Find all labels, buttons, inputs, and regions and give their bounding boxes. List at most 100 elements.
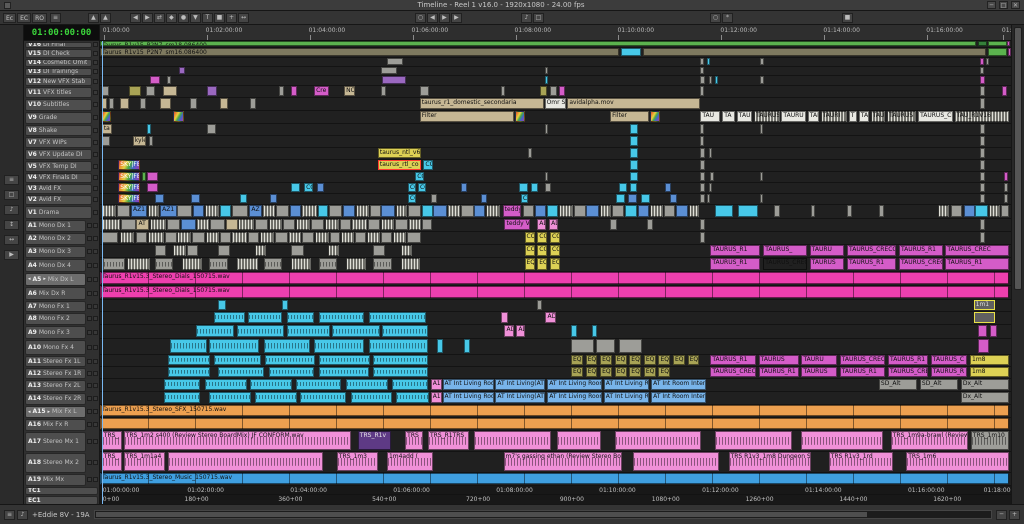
clip[interactable]: EQ (658, 355, 670, 365)
track-solo-box[interactable] (93, 396, 98, 401)
step-forward-icon[interactable]: ▶ (451, 13, 462, 23)
clip[interactable] (980, 58, 984, 65)
clip[interactable] (187, 245, 198, 256)
clip[interactable] (317, 183, 324, 192)
clip[interactable] (621, 48, 641, 56)
clip[interactable]: TAURUS_R1 (759, 367, 799, 377)
clip[interactable]: 1m8 (970, 355, 1009, 365)
clip[interactable] (974, 312, 995, 323)
clip[interactable] (255, 219, 268, 230)
track-monitor-box[interactable] (87, 304, 92, 309)
clip[interactable]: Taurus_R1v15.3_Stereo_Dials_150715.wav (100, 272, 1009, 284)
clip[interactable] (989, 205, 1000, 217)
clip[interactable]: AT Int Living Room Interior (443, 379, 494, 390)
clip[interactable] (381, 67, 397, 74)
clip[interactable] (938, 205, 949, 217)
clip[interactable] (330, 232, 341, 243)
clip[interactable] (147, 183, 158, 192)
track-header-A4[interactable]: A4Mono Dx 4 (24, 258, 99, 272)
clip[interactable] (760, 172, 764, 181)
clip[interactable] (218, 367, 264, 377)
clip[interactable] (1001, 205, 1009, 217)
clip[interactable] (150, 219, 166, 230)
clip[interactable] (340, 219, 352, 230)
clip[interactable]: taurus_ntl_v6 (378, 148, 421, 158)
clip[interactable] (545, 172, 549, 181)
clip[interactable]: TRS_1m6 (906, 452, 1009, 471)
clip[interactable] (314, 339, 364, 353)
clip[interactable] (275, 232, 288, 243)
clip[interactable] (264, 258, 282, 270)
track-header-V4[interactable]: V4VFX Finals DI (24, 172, 99, 183)
toolbar-tab-ro[interactable]: RO (32, 13, 47, 23)
clip[interactable] (165, 232, 177, 243)
track-header-V15[interactable]: V15DI Check (24, 48, 99, 58)
marker-icon[interactable]: ○ (415, 13, 426, 23)
horizontal-scrollbar[interactable] (94, 510, 992, 519)
track-button-A7[interactable]: A7Mono Fx 1 (25, 301, 86, 312)
clip[interactable] (382, 325, 428, 337)
clip[interactable] (346, 379, 388, 390)
clip[interactable] (373, 367, 428, 377)
track-monitor-box[interactable] (93, 175, 98, 180)
track-monitor-box[interactable] (87, 263, 92, 268)
clip[interactable] (147, 172, 158, 181)
clip[interactable] (232, 205, 248, 217)
clip[interactable] (641, 194, 650, 203)
clip[interactable]: TAURUS_R1 (888, 355, 928, 365)
clip[interactable] (355, 232, 366, 243)
track-cycle-left-icon[interactable]: ◂ (28, 409, 31, 415)
clip[interactable]: AZ1 (160, 205, 176, 217)
track-cycle-right-icon[interactable]: ▸ (48, 409, 51, 415)
clip[interactable]: CO (418, 183, 426, 192)
clip[interactable]: ADR (545, 312, 556, 323)
track-monitor-box[interactable] (87, 409, 92, 414)
clip[interactable] (980, 124, 985, 134)
track-monitor-box[interactable] (93, 51, 98, 56)
clip[interactable] (287, 312, 314, 323)
clip[interactable] (149, 136, 153, 146)
clip[interactable] (531, 183, 538, 192)
clip[interactable] (291, 183, 300, 192)
clip[interactable] (146, 86, 155, 96)
clip[interactable] (616, 194, 625, 203)
clip[interactable] (980, 136, 985, 146)
clip[interactable] (392, 379, 428, 390)
clip[interactable] (988, 48, 1007, 56)
clip[interactable]: NO (344, 86, 355, 96)
clip[interactable]: AZ1 (131, 205, 147, 217)
clip[interactable]: AD (516, 325, 525, 337)
clip[interactable] (700, 67, 704, 74)
clip[interactable] (515, 111, 525, 122)
track-header-A6[interactable]: A6Mix Dx R (24, 286, 99, 300)
clip[interactable]: teddy VI (503, 205, 521, 217)
clip[interactable]: TRS_1m3 (337, 452, 378, 471)
clip[interactable]: TAURUS (754, 111, 780, 122)
clip[interactable] (401, 245, 412, 256)
clip[interactable] (121, 219, 136, 230)
track-solo-box[interactable] (93, 223, 98, 228)
clip[interactable] (109, 98, 114, 109)
clip[interactable] (214, 355, 261, 365)
clip[interactable] (120, 232, 134, 243)
track-header-V9[interactable]: V9Grade (24, 111, 99, 124)
clip[interactable] (650, 111, 660, 122)
audio-track-icon[interactable]: ♪ (4, 205, 19, 215)
clip[interactable] (296, 219, 311, 230)
clip[interactable] (988, 41, 1007, 46)
clip[interactable] (207, 86, 216, 96)
clip[interactable] (980, 98, 985, 109)
track-header-A2[interactable]: A2Mono Dx 2 (24, 232, 99, 245)
clip[interactable] (600, 205, 611, 217)
vertical-zoom-icon[interactable]: ↕ (4, 220, 19, 230)
clip[interactable] (676, 205, 688, 217)
clip[interactable] (129, 86, 141, 96)
track-solo-box[interactable] (93, 359, 98, 364)
toolbar-tab-ec[interactable]: EC (17, 13, 31, 23)
clip[interactable] (102, 136, 110, 146)
clip[interactable]: EQ (525, 258, 535, 270)
clip[interactable]: Taurus_R1v15.3_Stereo_Music_150715.wav (100, 473, 1009, 484)
track-header-V14[interactable]: V14Cosmetic Omit (24, 58, 99, 67)
clip[interactable] (709, 148, 713, 158)
clip[interactable] (980, 148, 985, 158)
